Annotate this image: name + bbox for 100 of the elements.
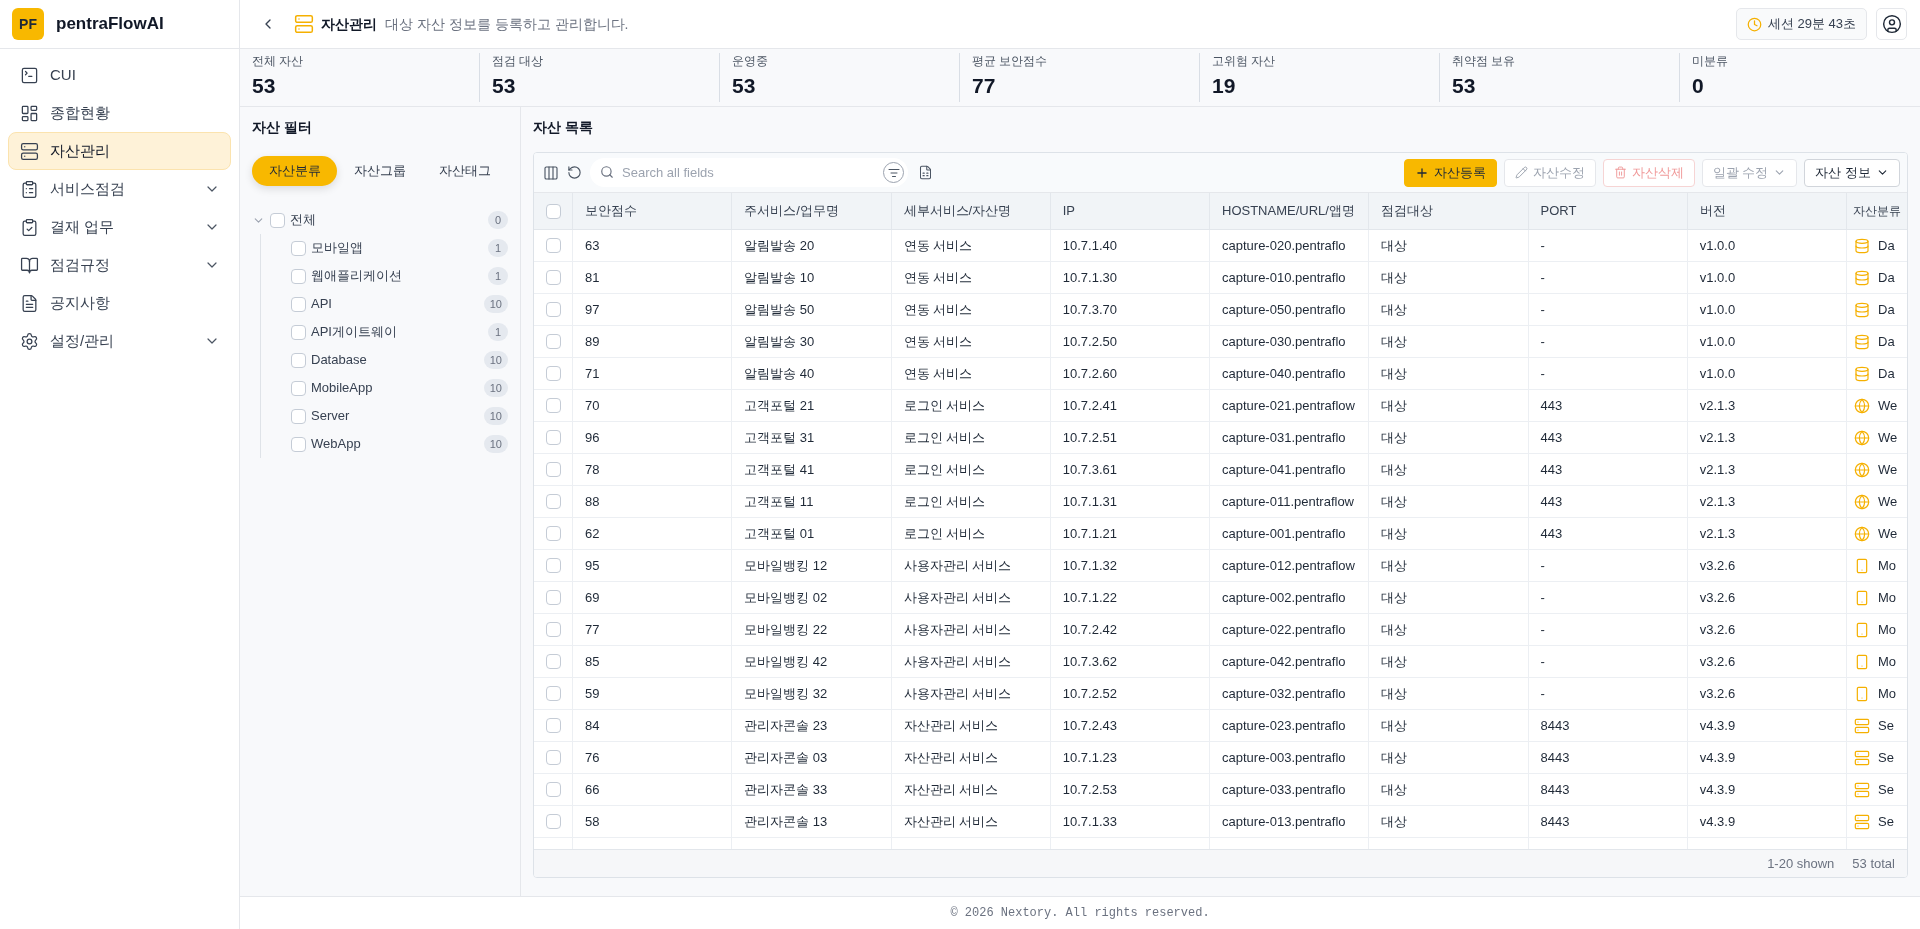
table-cell-text: capture-042.pentraflo	[1222, 652, 1346, 671]
table-cell-text: capture-023.pentraflo	[1222, 716, 1346, 735]
sidebar-item[interactable]: 점검규정	[8, 246, 231, 284]
toolbar-button[interactable]: 자산등록	[1403, 158, 1497, 187]
table-cell-text: 자산관리 서비스	[903, 812, 999, 831]
table-cell-text: 10.7.2.52	[1062, 684, 1117, 703]
filter-tab[interactable]: 자산분류	[252, 156, 338, 186]
table-cell-text: v3.2.6	[1699, 588, 1736, 607]
tree-item-label[interactable]: 전체	[290, 210, 488, 230]
session-timer-button[interactable]: 세션 29분 43초	[1735, 8, 1867, 40]
spreadsheet-icon[interactable]	[918, 165, 933, 180]
table-cell-text: v3.2.6	[1699, 652, 1736, 671]
checkbox[interactable]	[545, 686, 561, 701]
table-cell-text: v1.0.0	[1699, 236, 1736, 255]
table-cell-text: -	[1540, 684, 1545, 703]
column-header: 버전	[1699, 202, 1726, 221]
sidebar-item[interactable]: 결재 업무	[8, 208, 231, 246]
table-cell-text: 76	[585, 748, 600, 767]
table-cell-text: 97	[585, 300, 600, 319]
checkbox[interactable]	[545, 622, 561, 637]
checkbox[interactable]	[545, 750, 561, 765]
tree-item-label[interactable]: Database	[311, 350, 484, 370]
table-cell-text: Mo	[1878, 652, 1897, 671]
checkbox[interactable]	[545, 203, 561, 219]
checkbox[interactable]	[545, 814, 561, 829]
sidebar-item[interactable]: 설정/관리	[8, 322, 231, 360]
sidebar-item[interactable]: 종합현황	[8, 94, 231, 132]
tree-item-label[interactable]: MobileApp	[311, 378, 484, 398]
checkbox[interactable]	[291, 296, 306, 312]
tree-item-label[interactable]: 웹애플리케이션	[311, 266, 488, 286]
table-cell-text: 모바일뱅킹 42	[744, 652, 828, 671]
checkbox[interactable]	[545, 590, 561, 605]
refresh-icon[interactable]	[567, 165, 582, 180]
checkbox[interactable]	[545, 366, 561, 381]
table-cell-text: Da	[1878, 300, 1895, 319]
tree-item-label[interactable]: API	[311, 294, 484, 314]
table-cell-text: 관리자콘솔 33	[744, 780, 828, 799]
filter-tab[interactable]: 자산그룹	[337, 156, 423, 186]
table-cell-text: 대상	[1381, 620, 1408, 639]
phone-icon	[1854, 685, 1870, 702]
table-cell-text: 모바일뱅킹 02	[744, 588, 828, 607]
checkbox[interactable]	[291, 436, 306, 452]
checkbox[interactable]	[545, 430, 561, 445]
sidebar-item[interactable]: 자산관리	[8, 132, 231, 170]
table-cell-text: -	[1540, 364, 1545, 383]
table-cell-text: v2.1.3	[1699, 460, 1736, 479]
server-icon	[20, 141, 39, 161]
table-cell-text: 알림발송 10	[744, 268, 815, 287]
table-cell-text: 고객포털 11	[744, 492, 814, 511]
panel-title: 자산 필터	[252, 118, 313, 137]
globe-icon	[1854, 525, 1870, 542]
settings-icon	[20, 331, 39, 351]
table-cell-text: 모바일뱅킹 32	[744, 684, 828, 703]
table-cell-text: We	[1878, 428, 1898, 447]
checkbox[interactable]	[291, 408, 306, 424]
checkbox[interactable]	[545, 238, 561, 253]
count-badge: 10	[483, 435, 508, 453]
filter-tab[interactable]: 자산태그	[422, 156, 508, 186]
table-cell-text: 71	[585, 364, 600, 383]
table-cell-text: 로그인 서비스	[903, 428, 986, 447]
checkbox[interactable]	[545, 654, 561, 669]
tree-item-label[interactable]: 모바일앱	[311, 238, 488, 258]
table-cell-text: v3.2.6	[1699, 620, 1736, 639]
sidebar-item[interactable]: 서비스점검	[8, 170, 231, 208]
checkbox[interactable]	[545, 526, 561, 541]
checkbox[interactable]	[545, 558, 561, 573]
checkbox[interactable]	[545, 782, 561, 797]
table-cell-text: -	[1540, 268, 1545, 287]
table-cell-text: 10.7.1.33	[1062, 812, 1117, 831]
checkbox[interactable]	[545, 494, 561, 509]
table-cell-text: 대상	[1381, 748, 1408, 767]
sidebar-item[interactable]: 공지사항	[8, 284, 231, 322]
table-cell-text: We	[1878, 460, 1898, 479]
user-button[interactable]	[1876, 8, 1907, 40]
toolbar-button[interactable]: 자산 정보	[1804, 158, 1900, 187]
checkbox[interactable]	[545, 334, 561, 349]
checkbox[interactable]	[291, 324, 306, 340]
sidebar-item[interactable]: CUI	[8, 56, 231, 94]
globe-icon	[1854, 493, 1870, 510]
table-cell-text: 연동 서비스	[903, 364, 973, 383]
checkbox[interactable]	[291, 268, 306, 284]
table-cell-text: 84	[585, 716, 600, 735]
columns-icon[interactable]	[543, 164, 559, 181]
checkbox[interactable]	[545, 270, 561, 285]
checkbox[interactable]	[270, 212, 285, 228]
checkbox[interactable]	[291, 380, 306, 396]
clock-icon	[1746, 16, 1762, 32]
checkbox[interactable]	[545, 398, 561, 413]
search-field[interactable]: Search all fields	[590, 158, 908, 187]
checkbox[interactable]	[291, 352, 306, 368]
table-cell-text: 10.7.2.43	[1062, 716, 1117, 735]
checkbox[interactable]	[545, 302, 561, 317]
column-header: 보안점수	[585, 202, 637, 221]
tree-item-label[interactable]: API게이트웨이	[311, 322, 488, 342]
tree-item-label[interactable]: WebApp	[311, 434, 484, 454]
checkbox[interactable]	[545, 718, 561, 733]
checkbox[interactable]	[291, 240, 306, 256]
checkbox[interactable]	[545, 462, 561, 477]
table-cell-text: 96	[585, 428, 600, 447]
tree-item-label[interactable]: Server	[311, 406, 484, 426]
